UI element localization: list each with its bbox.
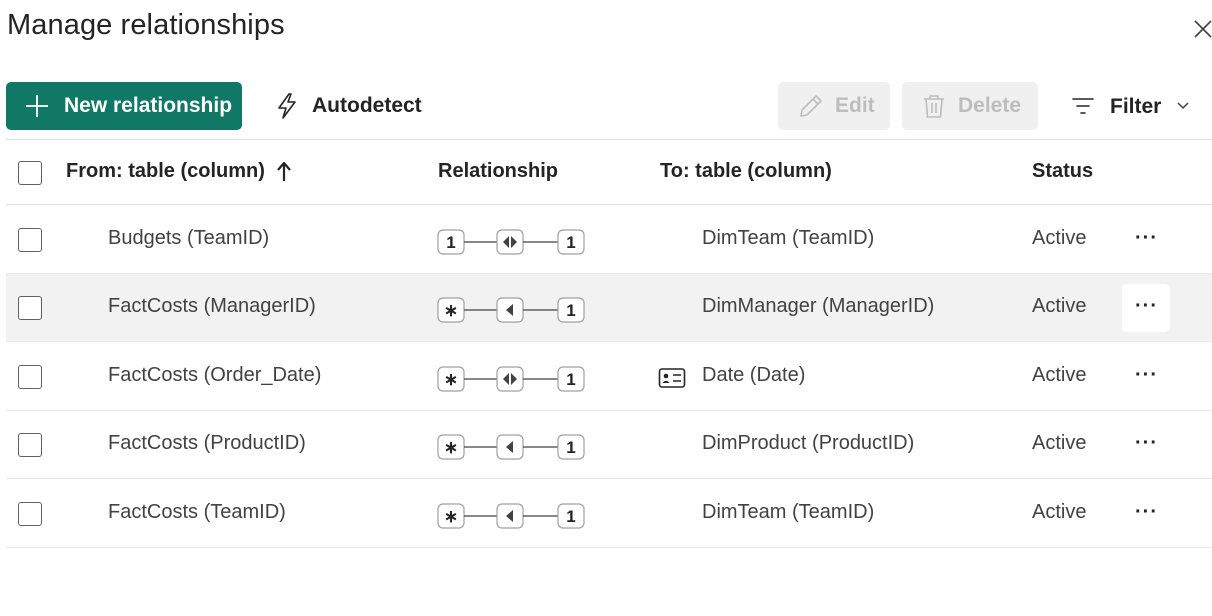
status-cell: Active: [1032, 295, 1087, 317]
crossfilter-box: [496, 229, 524, 255]
to-cell: DimProduct (ProductID): [702, 432, 915, 454]
from-cell: FactCosts (ProductID): [108, 432, 306, 454]
more-icon: ···: [1135, 432, 1158, 454]
select-all-checkbox[interactable]: [18, 161, 42, 185]
to-cardinality: 1: [566, 438, 575, 457]
sort-ascending-icon: [277, 161, 291, 181]
from-cell: Budgets (TeamID): [108, 227, 270, 249]
more-icon: ···: [1135, 501, 1158, 523]
from-cell: FactCosts (Order_Date): [108, 364, 322, 386]
from-cardinality: 1: [446, 233, 455, 252]
close-icon: [1194, 20, 1212, 38]
header-to[interactable]: To: table (column): [660, 160, 832, 183]
relationship-diagram: ∗ 1: [437, 434, 585, 460]
table-row[interactable]: FactCosts (TeamID) ∗ 1 DimTeam (TeamID) Acti…: [6, 480, 1212, 548]
from-cardinality: ∗: [444, 507, 458, 526]
filter-label: Filter: [1110, 95, 1162, 118]
plus-icon: [26, 95, 48, 117]
table-row[interactable]: FactCosts (Order_Date) ∗ 1 Date (Date) Activ…: [6, 343, 1212, 411]
from-cardinality: ∗: [444, 370, 458, 389]
from-cardinality: ∗: [444, 301, 458, 320]
pencil-icon: [800, 95, 822, 117]
header-status[interactable]: Status: [1032, 160, 1093, 183]
row-checkbox[interactable]: [18, 365, 42, 389]
date-table-icon: [658, 368, 686, 388]
more-options-button[interactable]: ···: [1122, 216, 1170, 264]
status-cell: Active: [1032, 432, 1087, 454]
more-icon: ···: [1135, 227, 1158, 249]
more-icon: ···: [1135, 364, 1158, 386]
delete-label: Delete: [958, 94, 1022, 117]
status-cell: Active: [1032, 501, 1087, 523]
filter-button[interactable]: Filter: [1068, 82, 1198, 130]
more-options-button[interactable]: ···: [1122, 490, 1170, 538]
toolbar: New relationship Autodetect Edit Delete …: [6, 82, 1210, 130]
from-cardinality: ∗: [444, 438, 458, 457]
delete-button[interactable]: Delete: [902, 82, 1038, 130]
row-checkbox[interactable]: [18, 296, 42, 320]
table-row[interactable]: Budgets (TeamID) 1 1 DimTeam (TeamID) Active…: [6, 206, 1212, 274]
crossfilter-box: [496, 366, 524, 392]
autodetect-label: Autodetect: [312, 94, 422, 117]
edit-label: Edit: [835, 94, 875, 117]
close-button[interactable]: [1190, 16, 1212, 42]
relationship-diagram: ∗ 1: [437, 297, 585, 323]
to-cardinality: 1: [566, 233, 575, 252]
table-header: From: table (column) Relationship To: ta…: [6, 139, 1212, 205]
dialog-title: Manage relationships: [7, 9, 285, 41]
filter-icon: [1072, 98, 1094, 114]
more-options-button[interactable]: ···: [1122, 284, 1170, 332]
more-options-button[interactable]: ···: [1122, 353, 1170, 401]
to-cardinality: 1: [566, 370, 575, 389]
relationship-diagram: ∗ 1: [437, 366, 585, 392]
to-cell: DimTeam (TeamID): [702, 501, 875, 523]
header-relationship[interactable]: Relationship: [438, 160, 558, 183]
more-icon: ···: [1135, 295, 1158, 317]
edit-button[interactable]: Edit: [778, 82, 890, 130]
to-cardinality: 1: [566, 507, 575, 526]
status-cell: Active: [1032, 227, 1087, 249]
to-cell: DimManager (ManagerID): [702, 295, 935, 317]
new-relationship-label: New relationship: [64, 94, 233, 117]
to-cell: DimTeam (TeamID): [702, 227, 875, 249]
more-options-button[interactable]: ···: [1122, 421, 1170, 469]
header-from[interactable]: From: table (column): [66, 160, 265, 183]
new-relationship-button[interactable]: New relationship: [6, 82, 242, 130]
relationship-diagram: 11: [437, 229, 585, 255]
table-row[interactable]: FactCosts (ProductID) ∗ 1 DimProduct (Produ…: [6, 411, 1212, 479]
table-row[interactable]: FactCosts (ManagerID) ∗ 1 DimManager (Manag…: [6, 274, 1212, 342]
lightning-icon: [278, 93, 296, 119]
from-cell: FactCosts (TeamID): [108, 501, 286, 523]
chevron-down-icon: [1177, 102, 1189, 110]
status-cell: Active: [1032, 364, 1087, 386]
relationship-diagram: ∗ 1: [437, 503, 585, 529]
row-checkbox[interactable]: [18, 228, 42, 252]
from-cell: FactCosts (ManagerID): [108, 295, 316, 317]
row-checkbox[interactable]: [18, 502, 42, 526]
to-cell: Date (Date): [702, 364, 806, 386]
autodetect-button[interactable]: Autodetect: [272, 82, 432, 130]
trash-icon: [924, 95, 944, 118]
row-checkbox[interactable]: [18, 433, 42, 457]
to-cardinality: 1: [566, 301, 575, 320]
